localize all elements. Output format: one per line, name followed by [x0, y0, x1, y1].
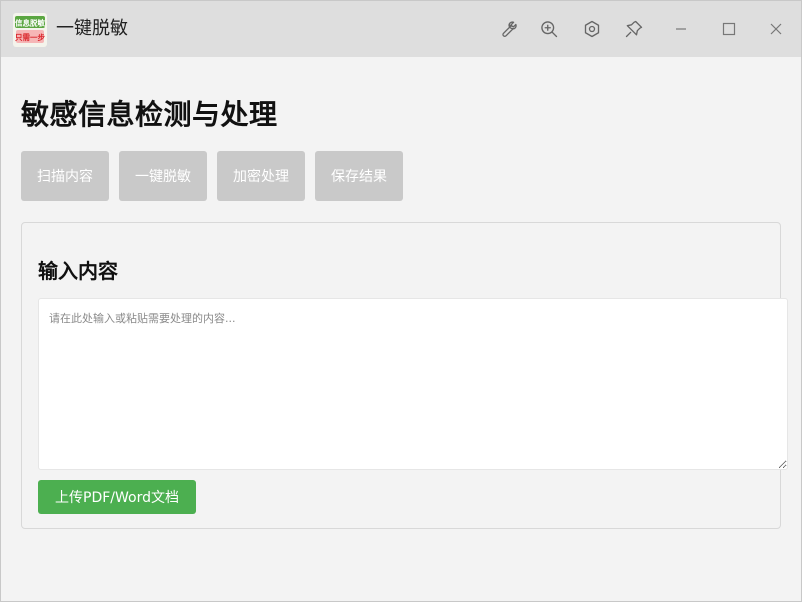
- settings-button[interactable]: [578, 15, 606, 43]
- upload-document-button[interactable]: 上传PDF/Word文档: [38, 480, 196, 514]
- svg-text:信息脱敏: 信息脱敏: [15, 18, 45, 28]
- desensitize-button[interactable]: 一键脱敏: [119, 151, 207, 201]
- content-input[interactable]: [38, 298, 788, 470]
- maximize-icon: [722, 22, 736, 36]
- wrench-icon: [502, 21, 517, 37]
- minimize-icon: [676, 28, 686, 30]
- settings-icon: [584, 20, 600, 38]
- maximize-button[interactable]: [715, 15, 743, 43]
- input-panel-title: 输入内容: [38, 259, 118, 283]
- close-icon: [770, 23, 782, 35]
- window-title: 一键脱敏: [56, 18, 128, 39]
- pin-icon: [625, 20, 643, 38]
- zoom-in-button[interactable]: [535, 15, 563, 43]
- title-bar[interactable]: 信息脱敏 只需一步 一键脱敏: [1, 1, 801, 57]
- svg-text:只需一步: 只需一步: [15, 32, 45, 42]
- main-content: 敏感信息检测与处理 扫描内容 一键脱敏 加密处理 保存结果 输入内容 上传PDF…: [1, 57, 801, 601]
- app-window: 信息脱敏 只需一步 一键脱敏 敏感信息检测与处理 扫描内容 一键脱敏 加密处理 …: [0, 0, 802, 602]
- app-logo-icon: 信息脱敏 只需一步: [13, 13, 47, 47]
- zoom-in-icon: [541, 21, 558, 38]
- pin-button[interactable]: [620, 15, 648, 43]
- input-panel: 输入内容 上传PDF/Word文档: [21, 222, 788, 529]
- page-title: 敏感信息检测与处理: [21, 98, 278, 131]
- scan-content-button[interactable]: 扫描内容: [21, 151, 109, 201]
- minimize-button[interactable]: [667, 15, 695, 43]
- save-result-button[interactable]: 保存结果: [315, 151, 403, 201]
- encrypt-button[interactable]: 加密处理: [217, 151, 305, 201]
- close-button[interactable]: [762, 15, 790, 43]
- wrench-button[interactable]: [493, 15, 521, 43]
